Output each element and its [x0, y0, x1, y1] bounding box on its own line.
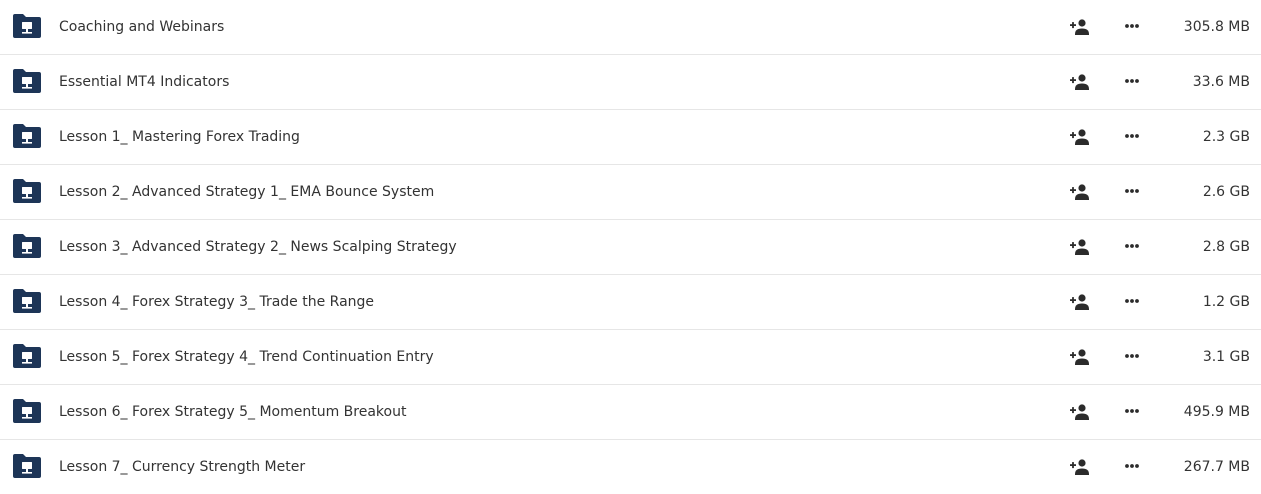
more-horizontal-icon[interactable]: [1120, 345, 1144, 369]
list-item[interactable]: Coaching and Webinars 305.8 MB: [0, 0, 1261, 55]
folder-size: 1.2 GB: [1202, 294, 1250, 310]
shared-folder-icon: [13, 69, 41, 93]
more-options-button[interactable]: [1120, 455, 1144, 479]
shared-folder-icon: [11, 343, 43, 369]
folder-size: 2.8 GB: [1202, 239, 1250, 255]
more-horizontal-icon[interactable]: [1120, 180, 1144, 204]
share-button[interactable]: [1068, 125, 1092, 149]
folder-name[interactable]: Coaching and Webinars: [59, 0, 224, 54]
more-horizontal-icon[interactable]: [1120, 15, 1144, 39]
folder-name[interactable]: Lesson 5_ Forex Strategy 4_ Trend Contin…: [59, 330, 434, 384]
folder-size: 3.1 GB: [1202, 349, 1250, 365]
more-options-button[interactable]: [1120, 180, 1144, 204]
more-options-button[interactable]: [1120, 235, 1144, 259]
shared-folder-icon: [13, 234, 41, 258]
shared-folder-icon: [13, 399, 41, 423]
shared-folder-icon: [13, 289, 41, 313]
list-item[interactable]: Essential MT4 Indicators 33.6 MB: [0, 55, 1261, 110]
folder-name[interactable]: Lesson 2_ Advanced Strategy 1_ EMA Bounc…: [59, 165, 434, 219]
person-add-icon[interactable]: [1068, 180, 1092, 204]
person-add-icon[interactable]: [1068, 345, 1092, 369]
more-options-button[interactable]: [1120, 400, 1144, 424]
folder-name[interactable]: Lesson 3_ Advanced Strategy 2_ News Scal…: [59, 220, 457, 274]
list-item[interactable]: Lesson 5_ Forex Strategy 4_ Trend Contin…: [0, 330, 1261, 385]
shared-folder-icon: [11, 178, 43, 204]
more-options-button[interactable]: [1120, 290, 1144, 314]
shared-folder-icon: [11, 68, 43, 94]
share-button[interactable]: [1068, 345, 1092, 369]
list-item[interactable]: Lesson 4_ Forex Strategy 3_ Trade the Ra…: [0, 275, 1261, 330]
list-item[interactable]: Lesson 1_ Mastering Forex Trading 2.3 GB: [0, 110, 1261, 165]
shared-folder-icon: [13, 344, 41, 368]
more-horizontal-icon[interactable]: [1120, 70, 1144, 94]
shared-folder-icon: [13, 179, 41, 203]
more-horizontal-icon[interactable]: [1120, 290, 1144, 314]
person-add-icon[interactable]: [1068, 400, 1092, 424]
more-horizontal-icon[interactable]: [1120, 235, 1144, 259]
list-item[interactable]: Lesson 7_ Currency Strength Meter 267.7 …: [0, 440, 1261, 494]
shared-folder-icon: [13, 124, 41, 148]
person-add-icon[interactable]: [1068, 15, 1092, 39]
folder-name[interactable]: Lesson 4_ Forex Strategy 3_ Trade the Ra…: [59, 275, 374, 329]
folder-size: 495.9 MB: [1183, 404, 1250, 420]
more-options-button[interactable]: [1120, 345, 1144, 369]
person-add-icon[interactable]: [1068, 290, 1092, 314]
person-add-icon[interactable]: [1068, 125, 1092, 149]
shared-folder-icon: [13, 454, 41, 478]
folder-name[interactable]: Lesson 1_ Mastering Forex Trading: [59, 110, 300, 164]
person-add-icon[interactable]: [1068, 70, 1092, 94]
share-button[interactable]: [1068, 290, 1092, 314]
more-horizontal-icon[interactable]: [1120, 455, 1144, 479]
shared-folder-icon: [13, 14, 41, 38]
folder-size: 33.6 MB: [1192, 74, 1250, 90]
folder-name[interactable]: Lesson 7_ Currency Strength Meter: [59, 440, 305, 494]
share-button[interactable]: [1068, 70, 1092, 94]
share-button[interactable]: [1068, 235, 1092, 259]
list-item[interactable]: Lesson 3_ Advanced Strategy 2_ News Scal…: [0, 220, 1261, 275]
shared-folder-icon: [11, 398, 43, 424]
folder-size: 2.3 GB: [1202, 129, 1250, 145]
person-add-icon[interactable]: [1068, 455, 1092, 479]
more-options-button[interactable]: [1120, 70, 1144, 94]
share-button[interactable]: [1068, 400, 1092, 424]
shared-folder-icon: [11, 288, 43, 314]
share-button[interactable]: [1068, 180, 1092, 204]
share-button[interactable]: [1068, 455, 1092, 479]
folder-name[interactable]: Lesson 6_ Forex Strategy 5_ Momentum Bre…: [59, 385, 406, 439]
folder-name[interactable]: Essential MT4 Indicators: [59, 55, 229, 109]
shared-folder-icon: [11, 13, 43, 39]
file-list: Coaching and Webinars 305.8 MB Essential…: [0, 0, 1261, 494]
shared-folder-icon: [11, 233, 43, 259]
more-horizontal-icon[interactable]: [1120, 400, 1144, 424]
more-options-button[interactable]: [1120, 15, 1144, 39]
folder-size: 2.6 GB: [1202, 184, 1250, 200]
folder-size: 267.7 MB: [1183, 459, 1250, 475]
folder-size: 305.8 MB: [1183, 19, 1250, 35]
more-horizontal-icon[interactable]: [1120, 125, 1144, 149]
share-button[interactable]: [1068, 15, 1092, 39]
shared-folder-icon: [11, 453, 43, 479]
list-item[interactable]: Lesson 2_ Advanced Strategy 1_ EMA Bounc…: [0, 165, 1261, 220]
shared-folder-icon: [11, 123, 43, 149]
list-item[interactable]: Lesson 6_ Forex Strategy 5_ Momentum Bre…: [0, 385, 1261, 440]
person-add-icon[interactable]: [1068, 235, 1092, 259]
more-options-button[interactable]: [1120, 125, 1144, 149]
